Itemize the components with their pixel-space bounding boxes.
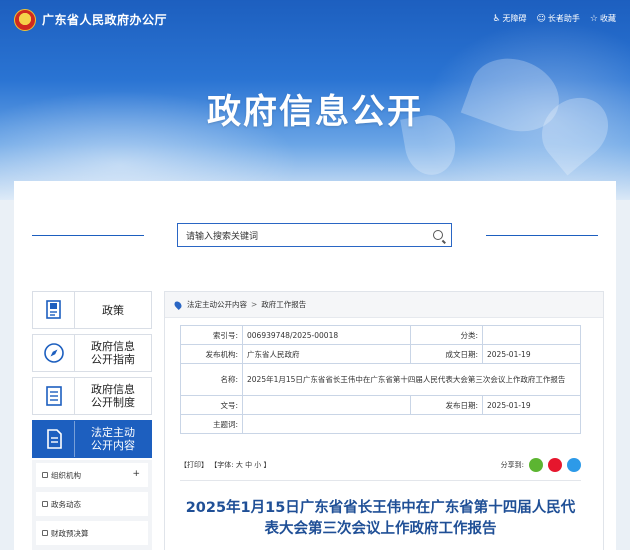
breadcrumb-item[interactable]: 法定主动公开内容	[187, 299, 247, 310]
share-tools: 分享到:	[501, 458, 581, 472]
meta-label: 成文日期:	[410, 344, 483, 364]
main-panel: 政策 政府信息 公开指南	[14, 181, 616, 550]
search-divider-right	[486, 235, 598, 236]
font-size-label: 【字体:	[210, 461, 234, 469]
sidebar-item-label: 法定主动 公开内容	[75, 426, 151, 452]
font-size-medium-button[interactable]: 中	[245, 461, 252, 469]
meta-value-publisher: 广东省人民政府	[242, 344, 411, 364]
site-title[interactable]: 广东省人民政府办公厅	[42, 11, 167, 28]
favorite-link[interactable]: ☆ 收藏	[590, 13, 616, 24]
document-icon	[46, 429, 62, 449]
sidebar: 政策 政府信息 公开指南 政府信息 公开制度 法定主动 公开内容 组织机构 + …	[32, 291, 152, 550]
bullet-icon	[42, 472, 48, 478]
meta-value-index: 006939748/2025-00018	[242, 325, 411, 345]
national-emblem-icon	[14, 9, 36, 31]
sidebar-icon-cell	[33, 378, 75, 414]
sub-item-label: 财政预决算	[51, 528, 89, 538]
sidebar-item-policy[interactable]: 政策	[32, 291, 152, 329]
meta-label: 索引号:	[180, 325, 243, 345]
sidebar-item-label: 政策	[75, 304, 151, 317]
top-links: ♿ 无障碍 ☺ 长者助手 ☆ 收藏	[492, 13, 616, 24]
bullet-icon	[42, 530, 48, 536]
sidebar-sub-list: 组织机构 + 政务动态 财政预决算	[32, 460, 152, 550]
meta-label: 主题词:	[180, 414, 243, 434]
sub-item-gov-news[interactable]: 政务动态	[36, 492, 148, 516]
top-bar: 广东省人民政府办公厅 ♿ 无障碍 ☺ 长者助手 ☆ 收藏	[0, 0, 630, 40]
label-line: 公开指南	[91, 353, 135, 366]
print-and-font-tools: 【打印】 【字体: 大 中 小 】	[180, 460, 271, 470]
meta-value-created: 2025-01-19	[482, 344, 581, 364]
policy-doc-icon	[45, 300, 61, 319]
article-tools: 【打印】 【字体: 大 中 小 】 分享到:	[180, 458, 581, 474]
font-size-large-button[interactable]: 大	[236, 461, 243, 469]
elder-helper-icon: ☺	[536, 13, 546, 24]
sub-item-budget[interactable]: 财政预决算	[36, 521, 148, 545]
meta-value-category	[482, 325, 581, 345]
compass-icon	[43, 343, 64, 363]
document-meta-table: 索引号: 006939748/2025-00018 分类: 发布机构: 广东省人…	[180, 325, 581, 434]
sidebar-item-label: 政府信息 公开制度	[75, 383, 151, 409]
list-doc-icon	[45, 386, 62, 406]
meta-value-name: 2025年1月15日广东省省长王伟中在广东省第十四届人民代表大会第三次会议上作政…	[242, 363, 581, 396]
sidebar-icon-cell	[33, 335, 75, 371]
label-line: 公开制度	[91, 396, 135, 409]
label-line: 政府信息	[91, 340, 135, 353]
label-line: 政府信息	[91, 383, 135, 396]
favorite-label: 收藏	[600, 14, 616, 23]
print-button[interactable]: 【打印】	[180, 461, 208, 469]
meta-value-published: 2025-01-19	[482, 395, 581, 415]
meta-label: 文号:	[180, 395, 243, 415]
sidebar-item-guide[interactable]: 政府信息 公开指南	[32, 334, 152, 372]
content-area: 法定主动公开内容 > 政府工作报告 索引号: 006939748/2025-00…	[164, 291, 604, 550]
share-label: 分享到:	[500, 461, 524, 469]
sub-item-label: 政务动态	[51, 499, 81, 509]
accessibility-icon: ♿	[492, 13, 501, 24]
banner-title: 政府信息公开	[207, 92, 423, 132]
font-size-close: 】	[263, 461, 271, 469]
search-divider-left	[32, 235, 144, 236]
elder-helper-label: 长者助手	[547, 14, 580, 23]
label-line: 公开内容	[91, 439, 135, 452]
breadcrumb: 法定主动公开内容 > 政府工作报告	[165, 292, 603, 318]
breadcrumb-item[interactable]: 政府工作报告	[261, 299, 306, 310]
sidebar-item-system[interactable]: 政府信息 公开制度	[32, 377, 152, 415]
meta-value-subject	[242, 414, 581, 434]
meta-value-doc-no	[242, 395, 411, 415]
accessibility-link[interactable]: ♿ 无障碍	[492, 13, 526, 24]
expand-icon[interactable]: +	[132, 469, 140, 479]
location-pin-icon	[173, 299, 183, 310]
qq-share-icon[interactable]	[567, 458, 581, 472]
sidebar-item-label: 政府信息 公开指南	[75, 340, 151, 366]
sidebar-icon-cell	[33, 292, 75, 328]
header-banner: 广东省人民政府办公厅 ♿ 无障碍 ☺ 长者助手 ☆ 收藏 政府信息公开	[0, 0, 630, 200]
article-title: 2025年1月15日广东省省长王伟中在广东省第十四届人民代表大会第三次会议上作政…	[185, 500, 576, 537]
meta-label: 分类:	[410, 325, 483, 345]
content-divider	[180, 480, 581, 481]
meta-label: 发布机构:	[180, 344, 243, 364]
sub-item-label: 组织机构	[51, 470, 81, 480]
meta-label: 发布日期:	[410, 395, 483, 415]
search-input[interactable]	[178, 226, 418, 248]
search-icon[interactable]	[433, 230, 443, 240]
breadcrumb-separator: >	[251, 300, 258, 309]
sub-item-organization[interactable]: 组织机构 +	[36, 463, 148, 487]
label-line: 法定主动	[91, 426, 135, 439]
accessibility-label: 无障碍	[502, 14, 527, 23]
bullet-icon	[42, 501, 48, 507]
sidebar-item-mandatory-disclosure[interactable]: 法定主动 公开内容	[32, 420, 152, 458]
sidebar-icon-cell	[33, 421, 75, 457]
label-line: 政策	[102, 303, 124, 317]
search-box	[177, 223, 452, 248]
star-icon: ☆	[589, 13, 598, 24]
meta-label: 名称:	[180, 363, 243, 396]
weibo-share-icon[interactable]	[548, 458, 562, 472]
elder-helper-link[interactable]: ☺ 长者助手	[537, 13, 580, 24]
font-size-small-button[interactable]: 小	[254, 461, 261, 469]
wechat-share-icon[interactable]	[529, 458, 543, 472]
